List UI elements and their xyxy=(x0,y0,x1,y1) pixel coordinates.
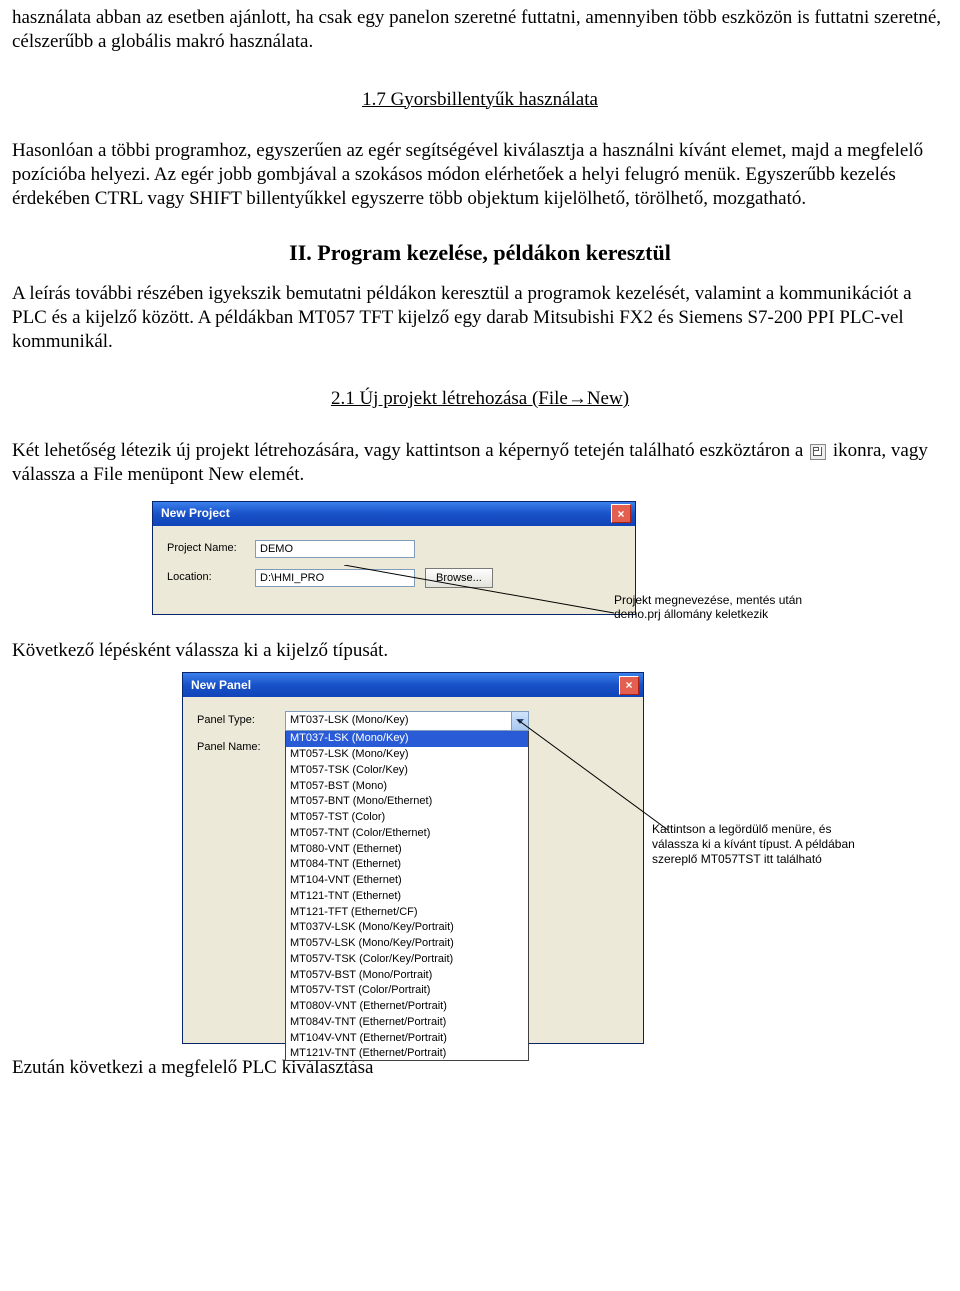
location-input[interactable] xyxy=(255,569,415,587)
panel-type-option[interactable]: MT037V-LSK (Mono/Key/Portrait) xyxy=(286,920,528,936)
panel-type-option[interactable]: MT057V-BST (Mono/Portrait) xyxy=(286,968,528,984)
callout-text: Kattintson a legördülő menüre, és válass… xyxy=(652,822,862,867)
dialog-titlebar: New Panel × xyxy=(183,673,643,697)
panel-type-option[interactable]: MT121-TNT (Ethernet) xyxy=(286,889,528,905)
subheading-1-7: 1.7 Gyorsbillentyűk használata xyxy=(12,88,948,112)
panel-type-option[interactable]: MT084V-TNT (Ethernet/Portrait) xyxy=(286,1015,528,1031)
new-file-icon xyxy=(810,444,826,460)
new-panel-dialog: New Panel × Panel Type: MT037-LSK (Mono/… xyxy=(182,672,644,1044)
location-label: Location: xyxy=(167,571,255,585)
panel-type-option[interactable]: MT121V-TNT (Ethernet/Portrait) xyxy=(286,1046,528,1061)
subheading-2-1: 2.1 Új projekt létrehozása (File→New) xyxy=(12,387,948,411)
panel-type-options[interactable]: MT037-LSK (Mono/Key)MT057-LSK (Mono/Key)… xyxy=(285,731,529,1061)
figure-new-panel: New Panel × Panel Type: MT037-LSK (Mono/… xyxy=(182,672,892,1044)
panel-type-option[interactable]: MT080-VNT (Ethernet) xyxy=(286,842,528,858)
panel-type-label: Panel Type: xyxy=(197,714,285,728)
panel-type-option[interactable]: MT104-VNT (Ethernet) xyxy=(286,873,528,889)
new-project-dialog: New Project × Project Name: Location: Br… xyxy=(152,501,636,615)
panel-type-option[interactable]: MT121-TFT (Ethernet/CF) xyxy=(286,905,528,921)
heading-II: II. Program kezelése, példákon keresztül xyxy=(12,239,948,267)
paragraph-newproject: Két lehetőség létezik új projekt létreho… xyxy=(12,439,948,487)
panel-type-select[interactable]: MT037-LSK (Mono/Key) xyxy=(285,711,529,731)
close-icon[interactable]: × xyxy=(611,504,631,523)
panel-type-option[interactable]: MT057-BST (Mono) xyxy=(286,779,528,795)
close-icon[interactable]: × xyxy=(619,676,639,695)
panel-type-option[interactable]: MT084-TNT (Ethernet) xyxy=(286,857,528,873)
panel-type-option[interactable]: MT057-TSK (Color/Key) xyxy=(286,763,528,779)
figure-new-project: New Project × Project Name: Location: Br… xyxy=(152,501,822,615)
project-name-label: Project Name: xyxy=(167,542,255,556)
callout-text: Projekt megnevezése, mentés után demo.pr… xyxy=(614,593,814,622)
project-name-input[interactable] xyxy=(255,540,415,558)
panel-type-option[interactable]: MT057V-LSK (Mono/Key/Portrait) xyxy=(286,936,528,952)
paragraph-nextstep: Következő lépésként válassza ki a kijelz… xyxy=(12,639,948,663)
browse-button[interactable]: Browse... xyxy=(425,568,493,588)
paragraph-II: A leírás további részében igyekszik bemu… xyxy=(12,282,948,353)
panel-type-option[interactable]: MT080V-VNT (Ethernet/Portrait) xyxy=(286,999,528,1015)
panel-type-option[interactable]: MT057V-TSK (Color/Key/Portrait) xyxy=(286,952,528,968)
panel-type-option[interactable]: MT057-BNT (Mono/Ethernet) xyxy=(286,794,528,810)
panel-type-option[interactable]: MT037-LSK (Mono/Key) xyxy=(286,731,528,747)
panel-type-selected: MT037-LSK (Mono/Key) xyxy=(290,714,409,728)
panel-type-option[interactable]: MT057-TNT (Color/Ethernet) xyxy=(286,826,528,842)
dialog-title: New Project xyxy=(161,506,230,521)
panel-type-option[interactable]: MT104V-VNT (Ethernet/Portrait) xyxy=(286,1031,528,1047)
chevron-down-icon[interactable] xyxy=(511,712,528,730)
panel-type-option[interactable]: MT057-TST (Color) xyxy=(286,810,528,826)
dialog-titlebar: New Project × xyxy=(153,502,635,526)
paragraph-newproject-a: Két lehetőség létezik új projekt létreho… xyxy=(12,440,808,461)
paragraph-1-7: Hasonlóan a többi programhoz, egyszerűen… xyxy=(12,139,948,210)
panel-name-label: Panel Name: xyxy=(197,741,285,755)
panel-type-option[interactable]: MT057V-TST (Color/Portrait) xyxy=(286,983,528,999)
dialog-title: New Panel xyxy=(191,678,251,693)
paragraph-intro: használata abban az esetben ajánlott, ha… xyxy=(12,6,948,54)
panel-type-option[interactable]: MT057-LSK (Mono/Key) xyxy=(286,747,528,763)
